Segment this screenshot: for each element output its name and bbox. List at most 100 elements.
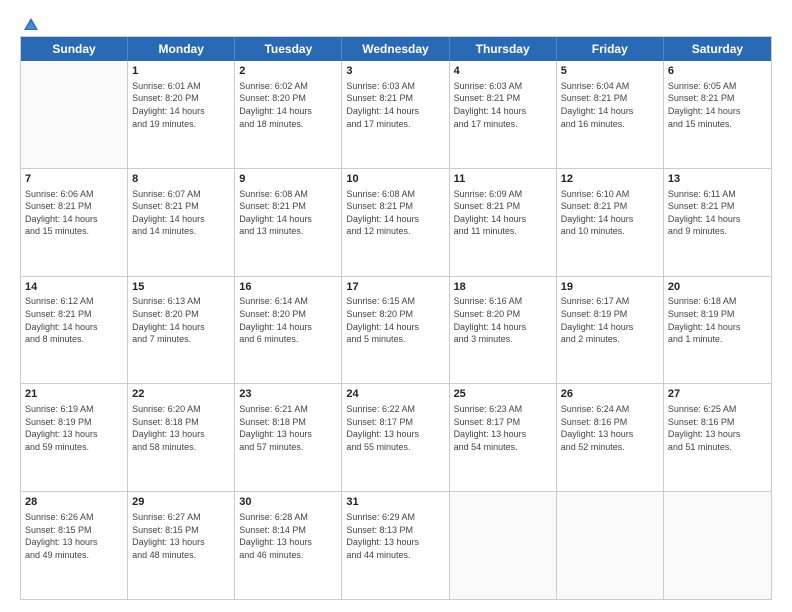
day-content: Sunrise: 6:03 AM Sunset: 8:21 PM Dayligh… [454,80,552,130]
day-number: 2 [239,64,337,79]
header-cell-friday: Friday [557,37,664,61]
day-number: 15 [132,280,230,295]
calendar: SundayMondayTuesdayWednesdayThursdayFrid… [20,36,772,600]
day-content: Sunrise: 6:22 AM Sunset: 8:17 PM Dayligh… [346,403,444,453]
day-number: 14 [25,280,123,295]
calendar-cell: 4Sunrise: 6:03 AM Sunset: 8:21 PM Daylig… [450,61,557,168]
calendar-cell: 19Sunrise: 6:17 AM Sunset: 8:19 PM Dayli… [557,277,664,384]
day-content: Sunrise: 6:08 AM Sunset: 8:21 PM Dayligh… [346,188,444,238]
calendar-cell: 1Sunrise: 6:01 AM Sunset: 8:20 PM Daylig… [128,61,235,168]
calendar-cell: 20Sunrise: 6:18 AM Sunset: 8:19 PM Dayli… [664,277,771,384]
calendar-cell: 9Sunrise: 6:08 AM Sunset: 8:21 PM Daylig… [235,169,342,276]
day-content: Sunrise: 6:06 AM Sunset: 8:21 PM Dayligh… [25,188,123,238]
header-cell-tuesday: Tuesday [235,37,342,61]
day-content: Sunrise: 6:12 AM Sunset: 8:21 PM Dayligh… [25,295,123,345]
day-number: 25 [454,387,552,402]
calendar-cell [664,492,771,599]
calendar-cell: 8Sunrise: 6:07 AM Sunset: 8:21 PM Daylig… [128,169,235,276]
day-number: 27 [668,387,767,402]
day-number: 8 [132,172,230,187]
calendar-header: SundayMondayTuesdayWednesdayThursdayFrid… [21,37,771,61]
day-number: 21 [25,387,123,402]
day-content: Sunrise: 6:27 AM Sunset: 8:15 PM Dayligh… [132,511,230,561]
day-content: Sunrise: 6:29 AM Sunset: 8:13 PM Dayligh… [346,511,444,561]
day-number: 17 [346,280,444,295]
header-cell-sunday: Sunday [21,37,128,61]
day-number: 11 [454,172,552,187]
calendar-cell: 22Sunrise: 6:20 AM Sunset: 8:18 PM Dayli… [128,384,235,491]
calendar-cell: 6Sunrise: 6:05 AM Sunset: 8:21 PM Daylig… [664,61,771,168]
day-content: Sunrise: 6:24 AM Sunset: 8:16 PM Dayligh… [561,403,659,453]
header-cell-monday: Monday [128,37,235,61]
day-number: 4 [454,64,552,79]
calendar-week-2: 7Sunrise: 6:06 AM Sunset: 8:21 PM Daylig… [21,169,771,277]
calendar-cell: 28Sunrise: 6:26 AM Sunset: 8:15 PM Dayli… [21,492,128,599]
calendar-body: 1Sunrise: 6:01 AM Sunset: 8:20 PM Daylig… [21,61,771,599]
day-content: Sunrise: 6:26 AM Sunset: 8:15 PM Dayligh… [25,511,123,561]
day-number: 5 [561,64,659,79]
day-number: 10 [346,172,444,187]
calendar-cell: 25Sunrise: 6:23 AM Sunset: 8:17 PM Dayli… [450,384,557,491]
day-content: Sunrise: 6:07 AM Sunset: 8:21 PM Dayligh… [132,188,230,238]
calendar-cell [557,492,664,599]
day-number: 6 [668,64,767,79]
day-number: 19 [561,280,659,295]
calendar-cell: 2Sunrise: 6:02 AM Sunset: 8:20 PM Daylig… [235,61,342,168]
header-cell-saturday: Saturday [664,37,771,61]
day-content: Sunrise: 6:17 AM Sunset: 8:19 PM Dayligh… [561,295,659,345]
day-number: 29 [132,495,230,510]
calendar-cell: 11Sunrise: 6:09 AM Sunset: 8:21 PM Dayli… [450,169,557,276]
calendar-week-1: 1Sunrise: 6:01 AM Sunset: 8:20 PM Daylig… [21,61,771,169]
day-content: Sunrise: 6:18 AM Sunset: 8:19 PM Dayligh… [668,295,767,345]
header-cell-thursday: Thursday [450,37,557,61]
header-cell-wednesday: Wednesday [342,37,449,61]
calendar-cell [21,61,128,168]
calendar-cell: 5Sunrise: 6:04 AM Sunset: 8:21 PM Daylig… [557,61,664,168]
calendar-week-3: 14Sunrise: 6:12 AM Sunset: 8:21 PM Dayli… [21,277,771,385]
day-content: Sunrise: 6:02 AM Sunset: 8:20 PM Dayligh… [239,80,337,130]
day-number: 13 [668,172,767,187]
calendar-cell: 3Sunrise: 6:03 AM Sunset: 8:21 PM Daylig… [342,61,449,168]
day-content: Sunrise: 6:14 AM Sunset: 8:20 PM Dayligh… [239,295,337,345]
calendar-cell: 30Sunrise: 6:28 AM Sunset: 8:14 PM Dayli… [235,492,342,599]
day-number: 1 [132,64,230,79]
day-content: Sunrise: 6:19 AM Sunset: 8:19 PM Dayligh… [25,403,123,453]
day-content: Sunrise: 6:09 AM Sunset: 8:21 PM Dayligh… [454,188,552,238]
day-number: 18 [454,280,552,295]
day-number: 24 [346,387,444,402]
day-number: 12 [561,172,659,187]
calendar-cell: 17Sunrise: 6:15 AM Sunset: 8:20 PM Dayli… [342,277,449,384]
calendar-cell: 18Sunrise: 6:16 AM Sunset: 8:20 PM Dayli… [450,277,557,384]
calendar-cell: 29Sunrise: 6:27 AM Sunset: 8:15 PM Dayli… [128,492,235,599]
day-content: Sunrise: 6:05 AM Sunset: 8:21 PM Dayligh… [668,80,767,130]
calendar-week-5: 28Sunrise: 6:26 AM Sunset: 8:15 PM Dayli… [21,492,771,599]
day-number: 30 [239,495,337,510]
day-number: 7 [25,172,123,187]
calendar-cell: 7Sunrise: 6:06 AM Sunset: 8:21 PM Daylig… [21,169,128,276]
calendar-cell: 23Sunrise: 6:21 AM Sunset: 8:18 PM Dayli… [235,384,342,491]
day-number: 26 [561,387,659,402]
calendar-cell: 24Sunrise: 6:22 AM Sunset: 8:17 PM Dayli… [342,384,449,491]
logo [20,16,40,30]
day-content: Sunrise: 6:20 AM Sunset: 8:18 PM Dayligh… [132,403,230,453]
day-content: Sunrise: 6:15 AM Sunset: 8:20 PM Dayligh… [346,295,444,345]
day-content: Sunrise: 6:08 AM Sunset: 8:21 PM Dayligh… [239,188,337,238]
calendar-cell: 31Sunrise: 6:29 AM Sunset: 8:13 PM Dayli… [342,492,449,599]
calendar-cell: 13Sunrise: 6:11 AM Sunset: 8:21 PM Dayli… [664,169,771,276]
day-number: 28 [25,495,123,510]
calendar-week-4: 21Sunrise: 6:19 AM Sunset: 8:19 PM Dayli… [21,384,771,492]
day-content: Sunrise: 6:04 AM Sunset: 8:21 PM Dayligh… [561,80,659,130]
calendar-cell: 15Sunrise: 6:13 AM Sunset: 8:20 PM Dayli… [128,277,235,384]
day-content: Sunrise: 6:10 AM Sunset: 8:21 PM Dayligh… [561,188,659,238]
day-number: 3 [346,64,444,79]
day-number: 16 [239,280,337,295]
calendar-cell: 16Sunrise: 6:14 AM Sunset: 8:20 PM Dayli… [235,277,342,384]
calendar-cell: 12Sunrise: 6:10 AM Sunset: 8:21 PM Dayli… [557,169,664,276]
day-number: 31 [346,495,444,510]
calendar-cell: 26Sunrise: 6:24 AM Sunset: 8:16 PM Dayli… [557,384,664,491]
calendar-cell: 21Sunrise: 6:19 AM Sunset: 8:19 PM Dayli… [21,384,128,491]
header [20,16,772,30]
logo-icon [22,16,40,34]
day-number: 23 [239,387,337,402]
day-content: Sunrise: 6:23 AM Sunset: 8:17 PM Dayligh… [454,403,552,453]
